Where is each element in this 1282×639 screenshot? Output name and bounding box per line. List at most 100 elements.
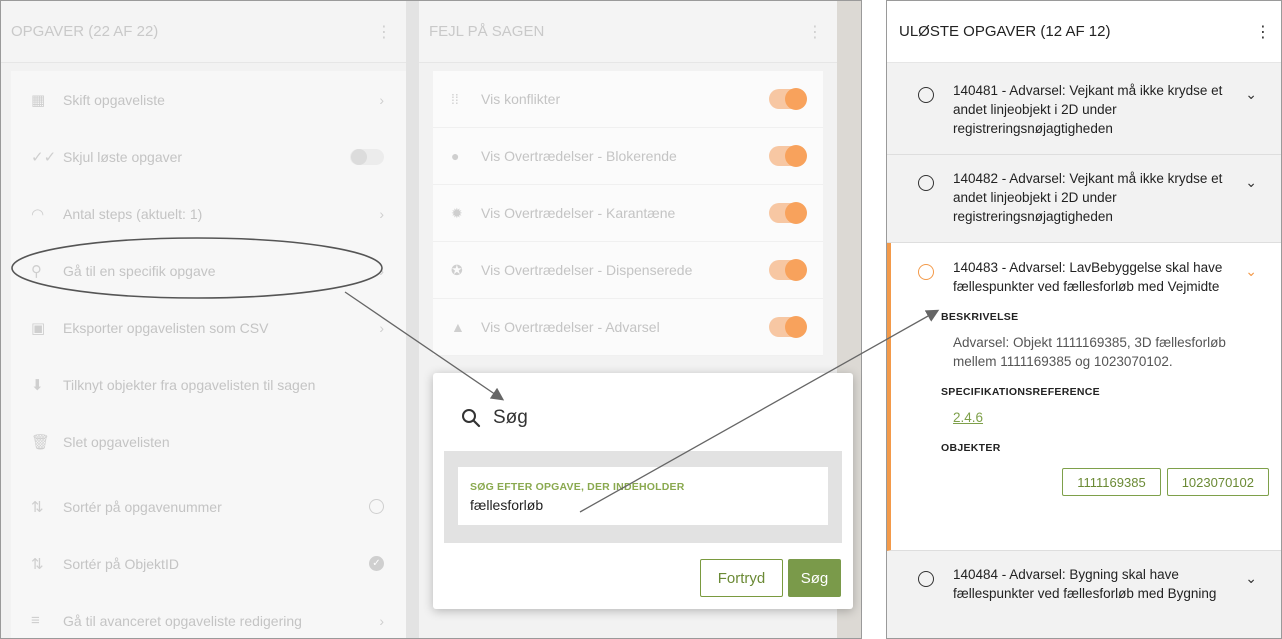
- filter-dispensed[interactable]: ✪ Vis Overtrædelser - Dispenserede: [433, 242, 823, 299]
- task-text: 140481 - Advarsel: Vejkant må ikke kryds…: [953, 83, 1223, 136]
- sort-radio[interactable]: [369, 499, 384, 514]
- search-field-container: SØG EFTER OPGAVE, DER INDEHOLDER fællesf…: [444, 451, 842, 543]
- filter-blocking[interactable]: ● Vis Overtrædelser - Blokerende: [433, 128, 823, 185]
- task-item-expanded[interactable]: 140483 - Advarsel: LavBebyggelse skal ha…: [887, 243, 1281, 551]
- menu-item-sort-task-number[interactable]: ⇅ Sortér på opgavenummer: [11, 478, 406, 535]
- menu-item-label: Slet opgavelisten: [63, 433, 170, 450]
- sort-radio-checked[interactable]: ✓: [369, 556, 384, 571]
- filter-conflicts[interactable]: ⁞⁞ Vis konflikter: [433, 71, 823, 128]
- search-icon: [462, 409, 481, 428]
- menu-item-hide-solved[interactable]: ✓✓ Skjul løste opgaver: [11, 128, 406, 185]
- filter-label: Vis Overtrædelser - Advarsel: [481, 319, 660, 335]
- gauge-icon: ◠: [31, 205, 45, 223]
- search-field-label: SØG EFTER OPGAVE, DER INDEHOLDER: [470, 481, 685, 493]
- dialog-title: Søg: [461, 407, 528, 429]
- task-status-radio[interactable]: [918, 87, 934, 103]
- object-button[interactable]: 1023070102: [1166, 468, 1269, 496]
- warning-triangle-icon: ▲: [451, 319, 465, 335]
- task-item[interactable]: 140482 - Advarsel: Vejkant må ikke kryds…: [887, 155, 1281, 243]
- spec-reference-heading: SPECIFIKATIONSREFERENCE: [941, 386, 1100, 398]
- dialog-title-text: Søg: [493, 407, 528, 428]
- more-icon[interactable]: ⋮: [376, 22, 392, 42]
- search-dialog: Søg SØG EFTER OPGAVE, DER INDEHOLDER fæl…: [433, 373, 853, 609]
- menu-item-label: Skift opgaveliste: [63, 91, 165, 108]
- errors-panel-title: FEJL PÅ SAGEN: [429, 23, 545, 40]
- double-check-icon: ✓✓: [31, 148, 57, 166]
- menu-item-label: Gå til en specifik opgave: [63, 262, 216, 279]
- menu-item-advanced-edit[interactable]: ≡ Gå til avanceret opgaveliste redigerin…: [11, 592, 406, 638]
- filter-label: Vis Overtrædelser - Karantæne: [481, 205, 676, 221]
- menu-item-label: Tilknyt objekter fra opgavelisten til sa…: [63, 376, 316, 393]
- filter-label: Vis Overtrædelser - Dispenserede: [481, 262, 693, 278]
- menu-item-label: Sortér på opgavenummer: [63, 498, 222, 515]
- chevron-down-icon[interactable]: ⌄: [1245, 569, 1257, 588]
- menu-item-label: Sortér på ObjektID: [63, 555, 179, 572]
- menu-item-delete-list[interactable]: 🗑 Slet opgavelisten: [11, 413, 406, 470]
- menu-item-steps[interactable]: ◠ Antal steps (aktuelt: 1) ›: [11, 185, 406, 242]
- filter-toggle[interactable]: [769, 259, 807, 281]
- search-input[interactable]: SØG EFTER OPGAVE, DER INDEHOLDER fællesf…: [458, 467, 828, 525]
- sort-icon: ⇅: [31, 555, 44, 573]
- chevron-right-icon: ›: [379, 91, 384, 108]
- task-text: 140482 - Advarsel: Vejkant må ikke kryds…: [953, 171, 1223, 224]
- cancel-button[interactable]: Fortryd: [700, 559, 783, 597]
- unsolved-tasks-panel: ULØSTE OPGAVER (12 AF 12) ⋮ 140481 - Adv…: [886, 0, 1282, 639]
- task-status-radio[interactable]: [918, 175, 934, 191]
- check-badge-icon: ✪: [451, 261, 463, 278]
- objects-heading: OBJEKTER: [941, 442, 1001, 454]
- hide-solved-toggle[interactable]: [350, 148, 384, 165]
- task-item[interactable]: 140484 - Advarsel: Bygning skal have fæl…: [887, 551, 1281, 638]
- unsolved-tasks-header: ULØSTE OPGAVER (12 AF 12) ⋮: [887, 1, 1281, 63]
- more-icon[interactable]: ⋮: [1255, 22, 1271, 42]
- description-heading: BESKRIVELSE: [941, 311, 1019, 323]
- spec-reference-link[interactable]: 2.4.6: [953, 408, 983, 427]
- object-button[interactable]: 1111169385: [1062, 468, 1161, 496]
- unsolved-tasks-title: ULØSTE OPGAVER (12 AF 12): [899, 23, 1111, 40]
- chevron-right-icon: ›: [379, 205, 384, 222]
- filter-warning[interactable]: ▲ Vis Overtrædelser - Advarsel: [433, 299, 823, 356]
- menu-item-export-csv[interactable]: ▣ Eksporter opgavelisten som CSV ›: [11, 299, 406, 356]
- search-button[interactable]: Søg: [788, 559, 841, 597]
- search-field-value[interactable]: fællesforløb: [470, 497, 816, 513]
- tasks-panel-title: OPGAVER (22 AF 22): [11, 23, 159, 40]
- conflict-icon: ⁞⁞: [451, 91, 459, 107]
- chevron-down-icon[interactable]: ⌄: [1245, 173, 1257, 192]
- task-status-radio[interactable]: [918, 264, 934, 280]
- task-menu: ▦ Skift opgaveliste › ✓✓ Skjul løste opg…: [11, 71, 406, 638]
- filter-toggle[interactable]: [769, 88, 807, 110]
- menu-item-goto-task[interactable]: ⚲ Gå til en specifik opgave ›: [11, 242, 406, 299]
- alert-circle-icon: ●: [451, 148, 460, 164]
- filter-toggle[interactable]: [769, 316, 807, 338]
- filter-toggle[interactable]: [769, 202, 807, 224]
- more-icon[interactable]: ⋮: [807, 22, 823, 42]
- search-icon: ⚲: [31, 262, 42, 280]
- menu-item-label: Antal steps (aktuelt: 1): [63, 205, 203, 222]
- sort-icon: ⇅: [31, 498, 44, 516]
- task-item[interactable]: 140481 - Advarsel: Vejkant må ikke kryds…: [887, 69, 1281, 155]
- menu-item-switch-list[interactable]: ▦ Skift opgaveliste ›: [11, 71, 406, 128]
- trash-icon: 🗑: [31, 433, 51, 451]
- menu-item-attach-objects[interactable]: ⬇ Tilknyt objekter fra opgavelisten til …: [11, 356, 406, 413]
- calendar-icon: ▦: [31, 91, 46, 109]
- clipboard-icon: ▣: [31, 319, 46, 337]
- edit-list-icon: ≡: [31, 612, 40, 629]
- chevron-up-icon[interactable]: ⌄: [1245, 262, 1257, 281]
- divider: [11, 470, 406, 478]
- errors-panel-header: FEJL PÅ SAGEN ⋮: [419, 1, 837, 63]
- chevron-right-icon: ›: [379, 319, 384, 336]
- filter-toggle[interactable]: [769, 145, 807, 167]
- menu-item-label: Eksporter opgavelisten som CSV: [63, 319, 269, 336]
- objects-list: 1111169385 1023070102: [953, 468, 1269, 496]
- menu-item-sort-object-id[interactable]: ⇅ Sortér på ObjektID ✓: [11, 535, 406, 592]
- menu-item-label: Skjul løste opgaver: [63, 148, 183, 165]
- error-filters: ⁞⁞ Vis konflikter ● Vis Overtrædelser - …: [433, 71, 823, 356]
- download-icon: ⬇: [31, 376, 44, 394]
- task-status-radio[interactable]: [918, 571, 934, 587]
- tasks-panel-header: OPGAVER (22 AF 22) ⋮: [1, 1, 406, 63]
- menu-item-label: Gå til avanceret opgaveliste redigering: [63, 612, 302, 629]
- filter-label: Vis Overtrædelser - Blokerende: [481, 148, 677, 164]
- chevron-down-icon[interactable]: ⌄: [1245, 85, 1257, 104]
- alert-badge-icon: ✹: [451, 204, 463, 221]
- filter-quarantine[interactable]: ✹ Vis Overtrædelser - Karantæne: [433, 185, 823, 242]
- panel-divider: [406, 1, 419, 638]
